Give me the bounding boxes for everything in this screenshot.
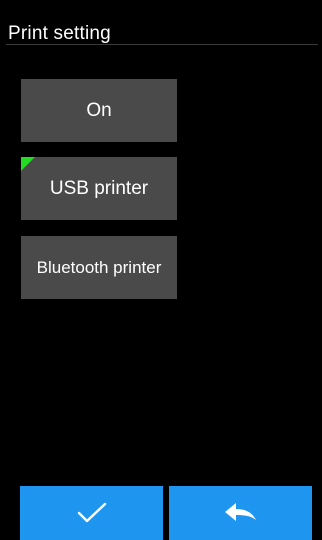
checkmark-icon — [77, 502, 106, 523]
bottom-action-bar — [0, 486, 322, 540]
option-usb-printer-label: USB printer — [49, 177, 149, 199]
option-bluetooth-printer-button[interactable]: Bluetooth printer — [21, 236, 177, 299]
option-on-label: On — [86, 99, 112, 121]
page-title: Print setting — [8, 23, 111, 44]
option-on-button[interactable]: On — [21, 79, 177, 142]
option-usb-printer-button[interactable]: USB printer — [21, 157, 177, 220]
option-bluetooth-printer-label: Bluetooth printer — [36, 257, 162, 277]
selected-marker-icon — [21, 157, 35, 171]
back-button[interactable] — [169, 486, 312, 540]
title-bar: Print setting — [0, 0, 322, 45]
back-arrow-icon — [224, 503, 256, 521]
title-divider — [6, 44, 318, 45]
confirm-button[interactable] — [20, 486, 163, 540]
print-setting-screen: Print setting On USB printer Bluetooth p… — [0, 0, 322, 540]
